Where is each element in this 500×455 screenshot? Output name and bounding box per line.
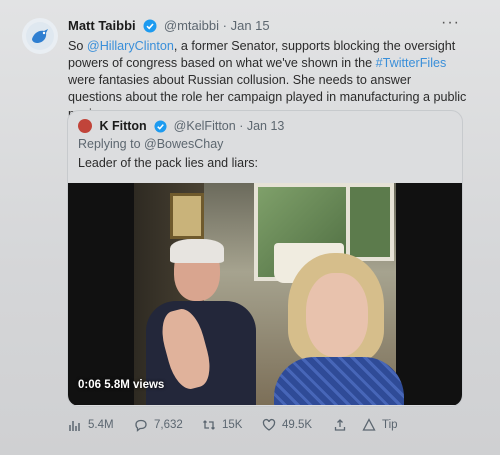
- replying-to-prefix: Replying to: [78, 137, 145, 151]
- quote-author-handle[interactable]: @KelFitton: [174, 119, 236, 133]
- video-player[interactable]: 0:06 5.8M views: [68, 183, 462, 405]
- share-icon: [334, 419, 346, 431]
- author-name[interactable]: Matt Taibbi: [68, 18, 136, 33]
- action-bar: 5.4M 7,632 15K 49.5K Tip: [68, 418, 468, 438]
- quote-author-avatar[interactable]: [78, 119, 92, 133]
- tweet-date[interactable]: Jan 15: [231, 18, 270, 33]
- video-frame: [134, 183, 404, 405]
- person-left-hair: [170, 239, 224, 263]
- replying-to: Replying to @BowesChay: [78, 137, 223, 151]
- quote-header: K Fitton @KelFitton · Jan 13: [78, 119, 284, 136]
- retweet-button[interactable]: 15K: [202, 418, 242, 432]
- video-duration: 0:06: [78, 379, 102, 391]
- retweet-count: 15K: [222, 419, 243, 431]
- reply-button[interactable]: 7,632: [134, 418, 183, 432]
- person-right-face: [306, 273, 368, 357]
- more-options-button[interactable]: ···: [441, 14, 460, 32]
- author-handle[interactable]: @mtaibbi: [164, 18, 219, 33]
- tweet-header: Matt Taibbi @mtaibbi · Jan 15: [68, 18, 270, 36]
- video-views: 5.8M views: [104, 379, 165, 391]
- mention-link[interactable]: @HillaryClinton: [87, 39, 174, 53]
- like-count: 49.5K: [282, 419, 313, 431]
- views-button[interactable]: 5.4M: [68, 418, 114, 432]
- views-count: 5.4M: [88, 419, 114, 431]
- tweet-text-part: So: [68, 39, 87, 53]
- like-button[interactable]: 49.5K: [262, 418, 312, 432]
- hashtag-link[interactable]: #TwitterFiles: [376, 56, 447, 70]
- quote-author-name[interactable]: K Fitton: [99, 119, 146, 133]
- author-avatar[interactable]: [22, 18, 58, 54]
- quote-date[interactable]: Jan 13: [247, 119, 285, 133]
- heart-icon: [262, 418, 276, 431]
- window: [346, 183, 394, 261]
- quote-text: Leader of the pack lies and liars:: [78, 156, 258, 170]
- quoted-tweet[interactable]: K Fitton @KelFitton · Jan 13 Replying to…: [67, 110, 463, 407]
- replying-to-handle[interactable]: @BowesChay: [144, 137, 223, 151]
- video-stats: 0:06 5.8M views: [78, 379, 164, 391]
- person-right: [274, 253, 404, 405]
- reply-icon: [135, 419, 147, 432]
- retweet-icon: [203, 420, 215, 430]
- person-right-shirt: [274, 357, 404, 405]
- verified-badge-icon: [143, 19, 157, 36]
- tip-label: Tip: [382, 419, 398, 431]
- header-separator: ·: [222, 18, 227, 33]
- framed-picture: [170, 193, 204, 239]
- analytics-icon: [69, 421, 80, 431]
- quote-separator: ·: [239, 119, 244, 133]
- reply-count: 7,632: [154, 419, 183, 431]
- bird-logo-icon: [26, 22, 54, 50]
- verified-badge-icon: [154, 120, 167, 136]
- tip-button[interactable]: Tip: [362, 418, 398, 432]
- tip-icon: [362, 418, 376, 431]
- share-button[interactable]: [333, 418, 347, 432]
